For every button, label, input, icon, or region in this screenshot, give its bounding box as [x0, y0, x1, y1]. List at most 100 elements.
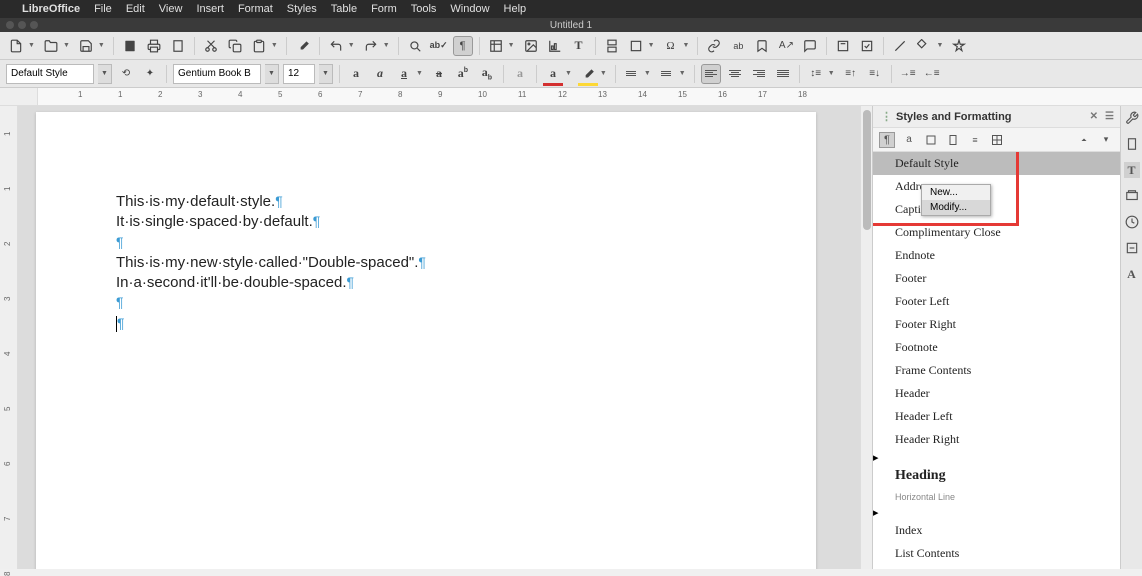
underline-icon[interactable]: a — [394, 64, 414, 84]
insert-table-icon[interactable] — [486, 36, 506, 56]
underline-dropdown[interactable]: ▼ — [416, 70, 423, 77]
paragraph-style-combo[interactable]: Default Style — [6, 64, 94, 84]
track-changes-icon[interactable] — [833, 36, 853, 56]
highlight-dropdown[interactable]: ▼ — [600, 70, 607, 77]
menu-styles[interactable]: Styles — [287, 3, 317, 15]
decrease-indent-icon[interactable]: ←≡ — [922, 64, 942, 84]
insert-textbox-icon[interactable]: T — [569, 36, 589, 56]
character-styles-icon[interactable]: a — [901, 132, 917, 148]
open-icon[interactable] — [41, 36, 61, 56]
document-line[interactable]: This·is·my·new·style·called·"Double-spac… — [116, 253, 736, 273]
app-name[interactable]: LibreOffice — [22, 3, 80, 15]
style-item[interactable]: Header Right — [873, 428, 1120, 451]
find-replace-icon[interactable] — [405, 36, 425, 56]
numbering-icon[interactable] — [657, 64, 677, 84]
copy-icon[interactable] — [225, 36, 245, 56]
font-color-icon[interactable]: a — [543, 64, 563, 84]
decrease-spacing-icon[interactable]: ≡↓ — [865, 64, 885, 84]
scrollbar-thumb[interactable] — [863, 110, 871, 230]
align-left-icon[interactable] — [701, 64, 721, 84]
bullets-icon[interactable] — [622, 64, 642, 84]
style-item[interactable]: Frame Contents — [873, 359, 1120, 382]
document-line[interactable]: ¶ — [116, 233, 736, 253]
clone-format-icon[interactable] — [293, 36, 313, 56]
style-item[interactable]: List Contents — [873, 542, 1120, 565]
style-item[interactable]: Caption — [873, 198, 1120, 221]
vertical-scrollbar[interactable] — [860, 106, 872, 569]
page-styles-icon[interactable] — [945, 132, 961, 148]
menu-file[interactable]: File — [94, 3, 112, 15]
save-dropdown[interactable]: ▼ — [98, 42, 105, 49]
basic-shapes-icon[interactable] — [914, 36, 934, 56]
bookmark-icon[interactable] — [752, 36, 772, 56]
style-item[interactable]: Default Style — [873, 152, 1120, 175]
redo-icon[interactable] — [361, 36, 381, 56]
frame-styles-icon[interactable] — [923, 132, 939, 148]
paste-icon[interactable] — [249, 36, 269, 56]
paragraph-style-dropdown[interactable]: ▼ — [98, 64, 112, 84]
style-item[interactable]: Header Left — [873, 405, 1120, 428]
font-size-combo[interactable]: 12 — [283, 64, 315, 84]
paste-dropdown[interactable]: ▼ — [271, 42, 278, 49]
new-doc-dropdown[interactable]: ▼ — [28, 42, 35, 49]
style-item[interactable]: Footer — [873, 267, 1120, 290]
sidebar-close-icon[interactable]: ✕ — [1090, 111, 1098, 122]
manage-changes-tab-icon[interactable] — [1124, 240, 1140, 256]
cross-ref-icon[interactable]: A↗ — [776, 36, 796, 56]
font-name-dropdown[interactable]: ▼ — [265, 64, 279, 84]
shapes-dropdown[interactable]: ▼ — [936, 42, 943, 49]
style-item[interactable]: Index — [873, 519, 1120, 542]
align-center-icon[interactable] — [725, 64, 745, 84]
disclosure-icon[interactable]: ▸ — [873, 452, 879, 464]
style-item[interactable]: Horizontal Line — [873, 488, 1120, 506]
document-line[interactable]: This·is·my·default·style.¶ — [116, 192, 736, 212]
minimize-window-icon[interactable] — [18, 21, 26, 29]
style-item[interactable]: Footer Right — [873, 313, 1120, 336]
increase-indent-icon[interactable]: →≡ — [898, 64, 918, 84]
special-char-icon[interactable]: Ω — [661, 36, 681, 56]
print-preview-icon[interactable] — [168, 36, 188, 56]
formatting-marks-icon[interactable]: ¶ — [453, 36, 473, 56]
new-style-icon[interactable]: ✦ — [140, 64, 160, 84]
navigator-tab-icon[interactable] — [1124, 214, 1140, 230]
export-pdf-icon[interactable] — [120, 36, 140, 56]
document-line[interactable]: In·a·second·it'll·be·double-spaced.¶ — [116, 273, 736, 293]
subscript-icon[interactable]: ab — [477, 64, 497, 84]
page-tab-icon[interactable] — [1124, 136, 1140, 152]
new-style-from-sel-icon[interactable]: ▾ — [1098, 132, 1114, 148]
align-right-icon[interactable] — [749, 64, 769, 84]
font-color-dropdown[interactable]: ▼ — [565, 70, 572, 77]
fill-format-icon[interactable] — [1076, 132, 1092, 148]
gallery-tab-icon[interactable] — [1124, 188, 1140, 204]
italic-icon[interactable]: a — [370, 64, 390, 84]
show-draw-icon[interactable] — [949, 36, 969, 56]
style-item[interactable]: Footer Left — [873, 290, 1120, 313]
show-changes-icon[interactable] — [857, 36, 877, 56]
special-char-dropdown[interactable]: ▼ — [683, 42, 690, 49]
style-item[interactable]: Endnote — [873, 244, 1120, 267]
styles-tab-icon[interactable]: T — [1124, 162, 1140, 178]
paragraph-styles-icon[interactable]: ¶ — [879, 132, 895, 148]
numbering-dropdown[interactable]: ▼ — [679, 70, 686, 77]
insert-image-icon[interactable] — [521, 36, 541, 56]
page[interactable]: This·is·my·default·style.¶It·is·single·s… — [36, 112, 816, 569]
menu-help[interactable]: Help — [504, 3, 527, 15]
document-line[interactable]: It·is·single·spaced·by·default.¶ — [116, 212, 736, 232]
undo-icon[interactable] — [326, 36, 346, 56]
update-style-icon[interactable]: ⟲ — [116, 64, 136, 84]
document-line[interactable]: ¶ — [116, 314, 736, 334]
style-item[interactable]: Addressee — [873, 175, 1120, 198]
footnote-icon[interactable]: ab — [728, 36, 748, 56]
clear-format-icon[interactable]: a — [510, 64, 530, 84]
style-item[interactable]: Heading — [873, 464, 1120, 488]
context-modify[interactable]: Modify... — [922, 200, 990, 215]
zoom-window-icon[interactable] — [30, 21, 38, 29]
increase-spacing-icon[interactable]: ≡↑ — [841, 64, 861, 84]
strike-icon[interactable]: a — [429, 64, 449, 84]
menu-edit[interactable]: Edit — [126, 3, 145, 15]
style-item[interactable]: Header — [873, 382, 1120, 405]
print-icon[interactable] — [144, 36, 164, 56]
new-doc-icon[interactable] — [6, 36, 26, 56]
font-size-dropdown[interactable]: ▼ — [319, 64, 333, 84]
context-new[interactable]: New... — [922, 185, 990, 200]
